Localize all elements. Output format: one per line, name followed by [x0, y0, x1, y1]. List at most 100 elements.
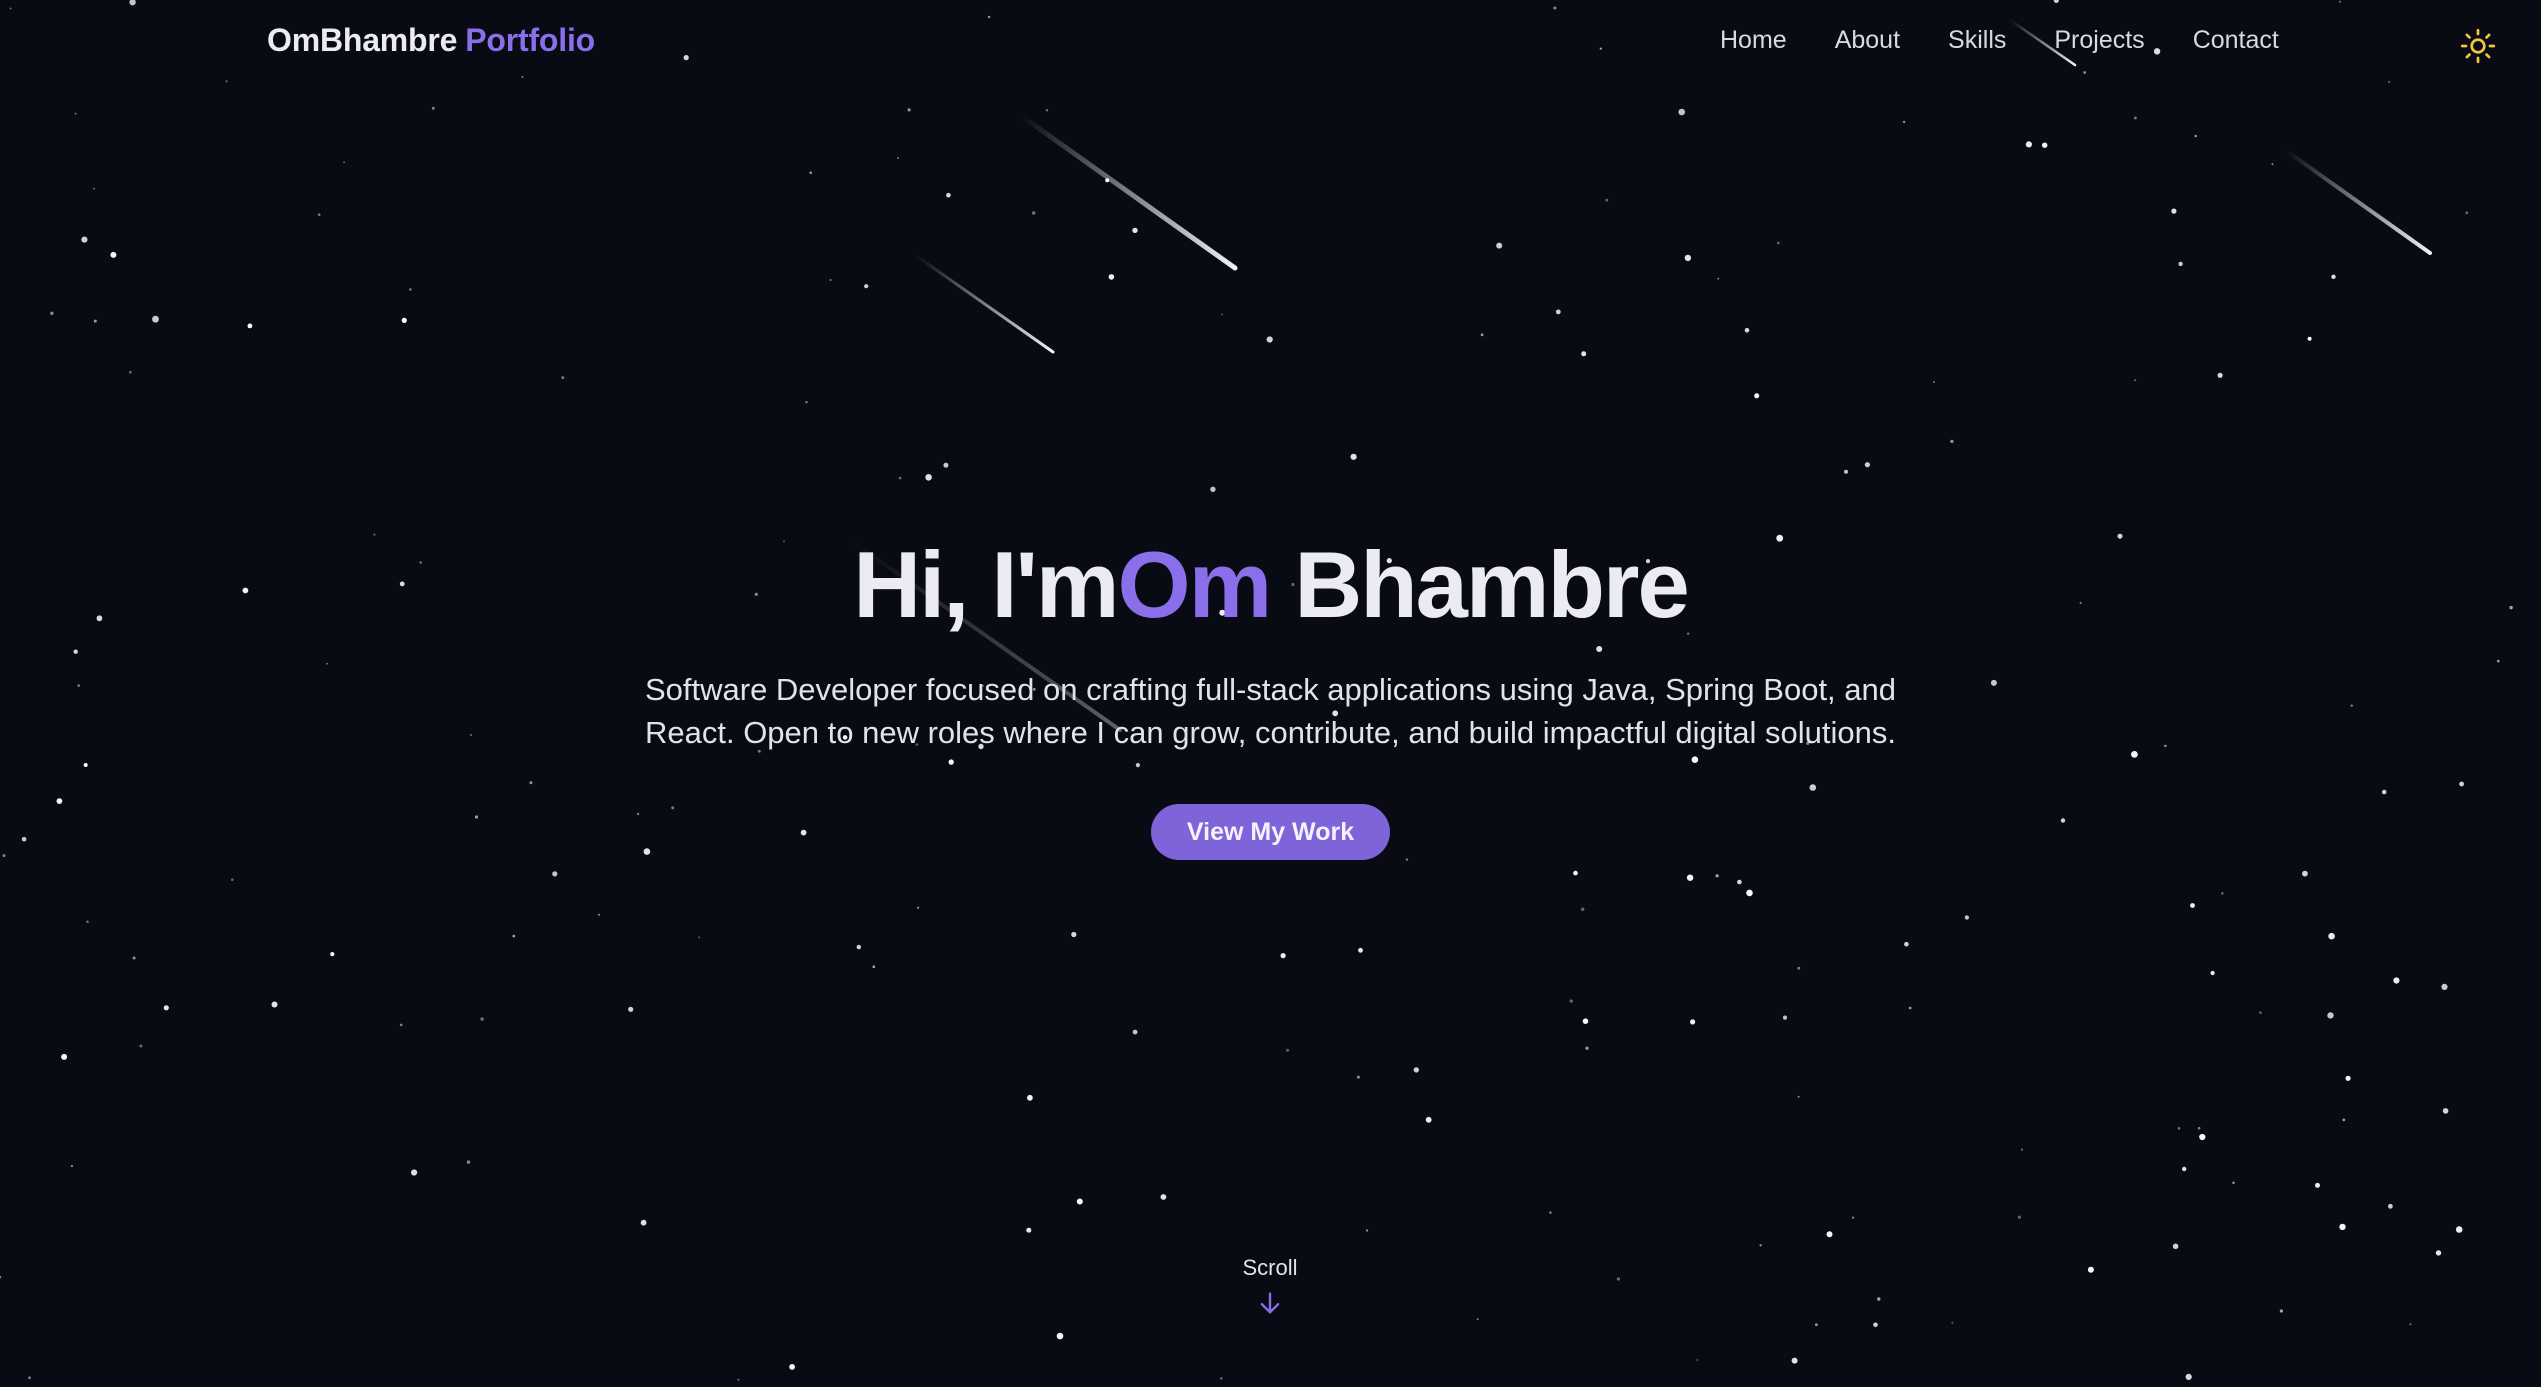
star [1549, 1211, 1552, 1214]
star [628, 1006, 634, 1012]
star [2393, 977, 2400, 984]
star [480, 1017, 484, 1021]
star [401, 317, 407, 323]
star [2328, 932, 2335, 940]
star [896, 156, 900, 160]
star [2271, 163, 2274, 166]
star [2185, 1373, 2192, 1380]
star [2194, 134, 2197, 138]
star [28, 1376, 31, 1380]
star [943, 462, 949, 468]
star [1286, 1048, 1290, 1052]
star [1480, 333, 1484, 337]
star [1715, 874, 1719, 878]
star [1864, 462, 1870, 468]
star [946, 192, 951, 198]
shooting-star [913, 253, 1055, 354]
star [917, 906, 920, 909]
star [2388, 1203, 2393, 1209]
star [829, 279, 832, 281]
shooting-star [2283, 148, 2432, 255]
star [2197, 1126, 2201, 1130]
star [1815, 1323, 1818, 1327]
star [132, 956, 136, 960]
star [1108, 274, 1115, 280]
star [2134, 116, 2137, 120]
star [231, 878, 234, 881]
star [2210, 970, 2215, 976]
star [1616, 1277, 1620, 1281]
star [2232, 1181, 2235, 1185]
star [317, 213, 321, 216]
star [2331, 274, 2336, 279]
star [1585, 1046, 1589, 1050]
star [1797, 1095, 1800, 1098]
scroll-label: Scroll [1242, 1255, 1298, 1280]
nav-link-home[interactable]: Home [1720, 26, 1787, 55]
star [1413, 1067, 1420, 1073]
star [1350, 453, 1357, 460]
shooting-star [1017, 112, 1238, 271]
star [2342, 1118, 2346, 1122]
star [139, 1044, 143, 1048]
brand-name: OmBhambre [267, 22, 458, 58]
brand-logo[interactable]: OmBhambre Portfolio [267, 22, 595, 59]
navbar: OmBhambre Portfolio Home About Skills Pro… [0, 0, 2541, 86]
star [2025, 141, 2032, 148]
star [247, 323, 253, 329]
star [0, 1276, 2, 1279]
star [2199, 1133, 2206, 1141]
nav-link-about[interactable]: About [1835, 26, 1900, 55]
nav-link-projects[interactable]: Projects [2054, 26, 2144, 55]
star [1358, 947, 1363, 953]
star [1210, 486, 1216, 492]
star [1686, 874, 1694, 881]
star [271, 1001, 278, 1008]
star [856, 944, 861, 950]
star [2259, 1011, 2262, 1014]
star [2042, 142, 2048, 148]
star [1852, 1216, 1855, 1219]
theme-toggle-button[interactable] [2460, 28, 2496, 64]
star [93, 319, 97, 323]
star [93, 187, 96, 190]
star [1746, 889, 1753, 897]
star [431, 106, 435, 110]
star [1873, 1322, 1878, 1328]
star [1844, 469, 1848, 474]
star [1826, 1231, 1833, 1238]
star [1132, 227, 1138, 234]
hero-last-name: Bhambre [1294, 532, 1689, 637]
hero-first-name: Om [1117, 532, 1273, 637]
star [872, 965, 876, 968]
star [1280, 953, 1286, 959]
star [1569, 999, 1573, 1003]
scroll-indicator[interactable]: Scroll [1170, 1255, 1370, 1317]
brand-accent: Portfolio [465, 22, 595, 58]
star [805, 401, 808, 404]
nav-link-contact[interactable]: Contact [2193, 26, 2279, 55]
star [1904, 941, 1909, 947]
star [1056, 1332, 1064, 1340]
star [1220, 1377, 1223, 1380]
star [1356, 1075, 1360, 1079]
nav-link-skills[interactable]: Skills [1948, 26, 2006, 55]
star [1759, 1244, 1762, 1247]
star [1582, 1018, 1589, 1024]
hero-section: Hi, I'mOm Bhambre Software Developer foc… [0, 530, 2541, 860]
star [2435, 1250, 2442, 1256]
star [2455, 1226, 2463, 1233]
view-my-work-button[interactable]: View My Work [1150, 804, 1391, 860]
star [907, 108, 911, 112]
hero-greeting: Hi, I'm [853, 532, 1119, 637]
star [1877, 1297, 1881, 1301]
star [74, 112, 77, 115]
star [512, 934, 516, 938]
star [2307, 336, 2312, 341]
star [2017, 1215, 2021, 1219]
star [50, 311, 54, 315]
star [1754, 393, 1760, 399]
page: OmBhambre Portfolio Home About Skills Pro… [0, 0, 2541, 1387]
star [2302, 870, 2308, 877]
hero-subtitle-line-2: React. Open to new roles where I can gro… [644, 715, 1897, 750]
